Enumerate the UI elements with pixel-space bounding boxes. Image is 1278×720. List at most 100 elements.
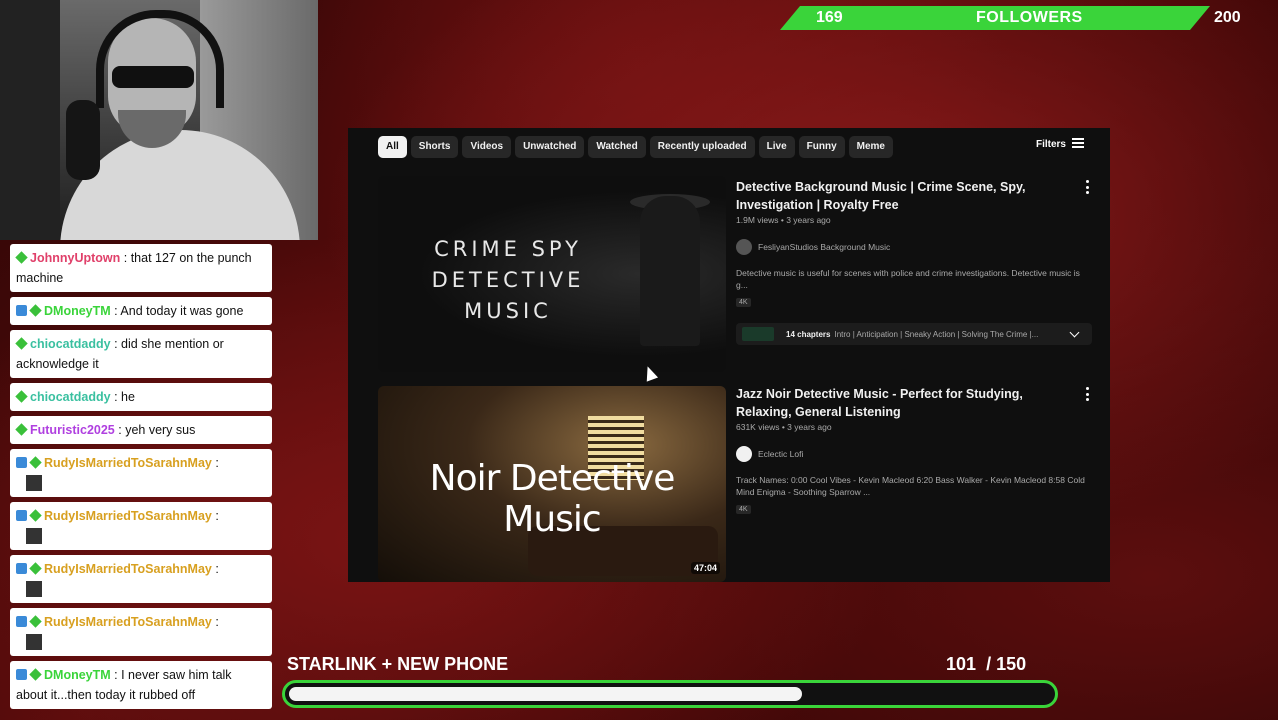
chat-message: chiocatdaddy : did she mention or acknow… [10, 330, 272, 378]
chip-videos[interactable]: Videos [462, 136, 512, 158]
chat-username: chiocatdaddy [30, 337, 111, 351]
thumbnail-text: Noir Detective Music [429, 458, 676, 540]
video-thumbnail[interactable]: CRIME SPY DETECTIVE MUSIC [378, 176, 726, 372]
goal-label: STARLINK + NEW PHONE [287, 654, 509, 674]
chip-all[interactable]: All [378, 136, 407, 158]
diamond-badge-icon [15, 390, 28, 403]
goal-progress-fill [289, 687, 802, 701]
chat-text: : And today it was gone [114, 304, 244, 318]
chat-username: Futuristic2025 [30, 423, 115, 437]
sub-badge-icon [16, 669, 27, 680]
chapter-thumbnail [742, 327, 774, 341]
goal-progress-bar [282, 680, 1058, 708]
chat-message: chiocatdaddy : he [10, 383, 272, 411]
channel-row[interactable]: FesliyanStudios Background Music [736, 239, 1092, 255]
video-title[interactable]: Detective Background Music | Crime Scene… [736, 178, 1066, 214]
chat-message: RudyIsMarriedToSarahnMay : [10, 449, 272, 497]
chat-text: : yeh very sus [118, 423, 196, 437]
diamond-badge-icon [29, 615, 42, 628]
more-options-icon[interactable] [1082, 387, 1092, 401]
youtube-channel-videos-panel: All Shorts Videos Unwatched Watched Recently … [348, 128, 1110, 582]
chip-watched[interactable]: Watched [588, 136, 646, 158]
diamond-badge-icon [15, 337, 28, 350]
chat-username: RudyIsMarriedToSarahnMay [44, 456, 212, 470]
goal-separator: / [986, 654, 992, 674]
chat-text: : [215, 562, 219, 576]
filters-label: Filters [1035, 139, 1066, 150]
goal-target: 150 [996, 654, 1027, 674]
diamond-badge-icon [29, 304, 42, 317]
video-title[interactable]: Jazz Noir Detective Music - Perfect for … [736, 385, 1066, 421]
webcam-feed [0, 0, 318, 240]
chat-username: DMoneyTM [44, 304, 111, 318]
video-duration: 47:04 [690, 562, 720, 574]
channel-avatar[interactable] [736, 446, 752, 462]
chat-username: RudyIsMarriedToSarahnMay [44, 615, 212, 629]
channel-avatar[interactable] [736, 239, 752, 255]
quality-badge: 4K [736, 298, 751, 307]
diamond-badge-icon [29, 668, 42, 681]
chat-message: Futuristic2025 : yeh very sus [10, 416, 272, 444]
microphone-icon [66, 100, 100, 180]
chat-message: RudyIsMarriedToSarahnMay : [10, 555, 272, 603]
emote-icon [26, 475, 42, 491]
diamond-badge-icon [15, 423, 28, 436]
chat-overlay: JohnnyUptown : that 127 on the punch mac… [10, 244, 272, 714]
followers-goal: 200 [1214, 9, 1241, 26]
quality-badge: 4K [736, 505, 751, 514]
sub-badge-icon [16, 510, 27, 521]
channel-name[interactable]: Eclectic Lofi [758, 449, 803, 459]
video-info: Jazz Noir Detective Music - Perfect for … [736, 385, 1092, 516]
chip-funny[interactable]: Funny [798, 136, 845, 158]
chip-live[interactable]: Live [758, 136, 795, 158]
diamond-badge-icon [15, 251, 28, 264]
chevron-down-icon[interactable] [1069, 327, 1080, 338]
emote-icon [26, 528, 42, 544]
chat-message: RudyIsMarriedToSarahnMay : [10, 502, 272, 550]
video-thumbnail[interactable]: Noir Detective Music 47:04 [378, 386, 726, 582]
chat-message: DMoneyTM : And today it was gone [10, 297, 272, 325]
chip-recently-uploaded[interactable]: Recently uploaded [649, 136, 755, 158]
tune-icon [1072, 138, 1084, 148]
sub-badge-icon [16, 563, 27, 574]
webcam-shelf [0, 0, 60, 240]
more-options-icon[interactable] [1082, 180, 1092, 194]
channel-row[interactable]: Eclectic Lofi [736, 446, 1092, 462]
chat-text: : [215, 456, 219, 470]
chat-text: : [215, 615, 219, 629]
chapters-toggle[interactable]: 14 chapters Intro | Anticipation | Sneak… [736, 323, 1092, 345]
emote-icon [26, 581, 42, 597]
video-description: Track Names: 0:00 Cool Vibes - Kevin Mac… [736, 475, 1085, 497]
chat-username: chiocatdaddy [30, 390, 111, 404]
chat-message: JohnnyUptown : that 127 on the punch mac… [10, 244, 272, 292]
video-meta: 1.9M views • 3 years ago [736, 215, 831, 225]
chip-shorts[interactable]: Shorts [410, 136, 459, 158]
chat-username: JohnnyUptown [30, 251, 121, 265]
thumbnail-detective-figure [640, 196, 700, 346]
chat-message: DMoneyTM : I never saw him talk about it… [10, 661, 272, 709]
diamond-badge-icon [29, 456, 42, 469]
goal-current: 101 [946, 654, 977, 674]
sub-badge-icon [16, 457, 27, 468]
sub-badge-icon [16, 305, 27, 316]
sub-badge-icon [16, 616, 27, 627]
emote-icon [26, 634, 42, 650]
goal-count: 101 / 150 [946, 654, 1026, 675]
video-info: Detective Background Music | Crime Scene… [736, 178, 1092, 345]
chapters-count: 14 chapters [786, 329, 831, 339]
filters-button[interactable]: Filters [1036, 138, 1084, 150]
channel-name[interactable]: FesliyanStudios Background Music [758, 242, 890, 252]
thumbnail-text: CRIME SPY DETECTIVE MUSIC [431, 237, 585, 323]
followers-label: FOLLOWERS [976, 9, 1083, 26]
chip-meme[interactable]: Meme [848, 136, 893, 158]
filter-chips: All Shorts Videos Unwatched Watched Recently … [378, 136, 897, 158]
chat-message: RudyIsMarriedToSarahnMay : [10, 608, 272, 656]
chip-unwatched[interactable]: Unwatched [515, 136, 585, 158]
video-description: Detective music is useful for scenes wit… [736, 268, 1080, 290]
chat-username: RudyIsMarriedToSarahnMay [44, 562, 212, 576]
chat-username: RudyIsMarriedToSarahnMay [44, 509, 212, 523]
video-meta: 631K views • 3 years ago [736, 422, 832, 432]
followers-goal-bar: 169 FOLLOWERS [780, 6, 1210, 30]
followers-current: 169 [816, 9, 843, 26]
chat-text: : [215, 509, 219, 523]
